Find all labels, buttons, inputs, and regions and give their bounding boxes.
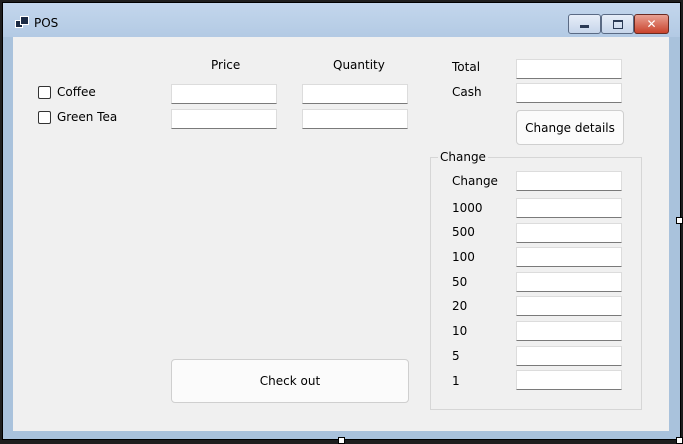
resize-handle-bottom[interactable] [338, 437, 345, 444]
green-tea-label: Green Tea [57, 110, 118, 124]
green-tea-checkbox[interactable] [38, 111, 51, 124]
minimize-button[interactable] [568, 14, 601, 34]
coffee-quantity-field[interactable] [302, 84, 408, 104]
minimize-icon [580, 25, 589, 28]
denomination-5-field[interactable] [516, 346, 622, 366]
close-icon: ✕ [646, 17, 657, 31]
title-bar[interactable]: POS ✕ [3, 3, 680, 37]
close-button[interactable]: ✕ [634, 14, 669, 34]
price-header: Price [211, 58, 241, 72]
total-label: Total [452, 60, 481, 74]
cash-field[interactable] [516, 83, 622, 103]
denomination-100-label: 100 [452, 250, 475, 264]
form-client-area: Price Quantity Coffee Green Tea Total Ca… [13, 37, 669, 431]
pos-window: POS ✕ Price Quantity Coffee Green Tea To… [2, 2, 681, 440]
denomination-10-label: 10 [452, 324, 468, 338]
denomination-5-label: 5 [452, 349, 460, 363]
denomination-1000-label: 1000 [452, 201, 483, 215]
denomination-50-label: 50 [452, 275, 468, 289]
change-amount-field[interactable] [516, 171, 622, 191]
coffee-price-field[interactable] [171, 84, 277, 104]
maximize-button[interactable] [601, 14, 634, 34]
window-title: POS [34, 16, 59, 30]
denomination-10-field[interactable] [516, 321, 622, 341]
green-tea-quantity-field[interactable] [302, 109, 408, 129]
denomination-100-field[interactable] [516, 247, 622, 267]
checkout-button[interactable]: Check out [171, 359, 409, 403]
change-row-label: Change [452, 174, 498, 188]
app-icon [15, 16, 29, 28]
quantity-header: Quantity [333, 58, 385, 72]
green-tea-price-field[interactable] [171, 109, 277, 129]
total-field[interactable] [516, 59, 622, 79]
restore-icon [612, 19, 623, 29]
cash-label: Cash [452, 85, 482, 99]
denomination-1000-field[interactable] [516, 198, 622, 218]
resize-handle-corner[interactable] [676, 437, 683, 444]
denomination-1-field[interactable] [516, 370, 622, 390]
change-group-title: Change [438, 150, 488, 164]
denomination-500-field[interactable] [516, 223, 622, 243]
denomination-50-field[interactable] [516, 272, 622, 292]
denomination-500-label: 500 [452, 225, 475, 239]
coffee-checkbox[interactable] [38, 86, 51, 99]
denomination-20-label: 20 [452, 299, 468, 313]
change-details-button[interactable]: Change details [516, 110, 624, 145]
resize-handle-right[interactable] [676, 217, 683, 224]
coffee-label: Coffee [57, 85, 96, 99]
denomination-20-field[interactable] [516, 296, 622, 316]
denomination-1-label: 1 [452, 374, 460, 388]
